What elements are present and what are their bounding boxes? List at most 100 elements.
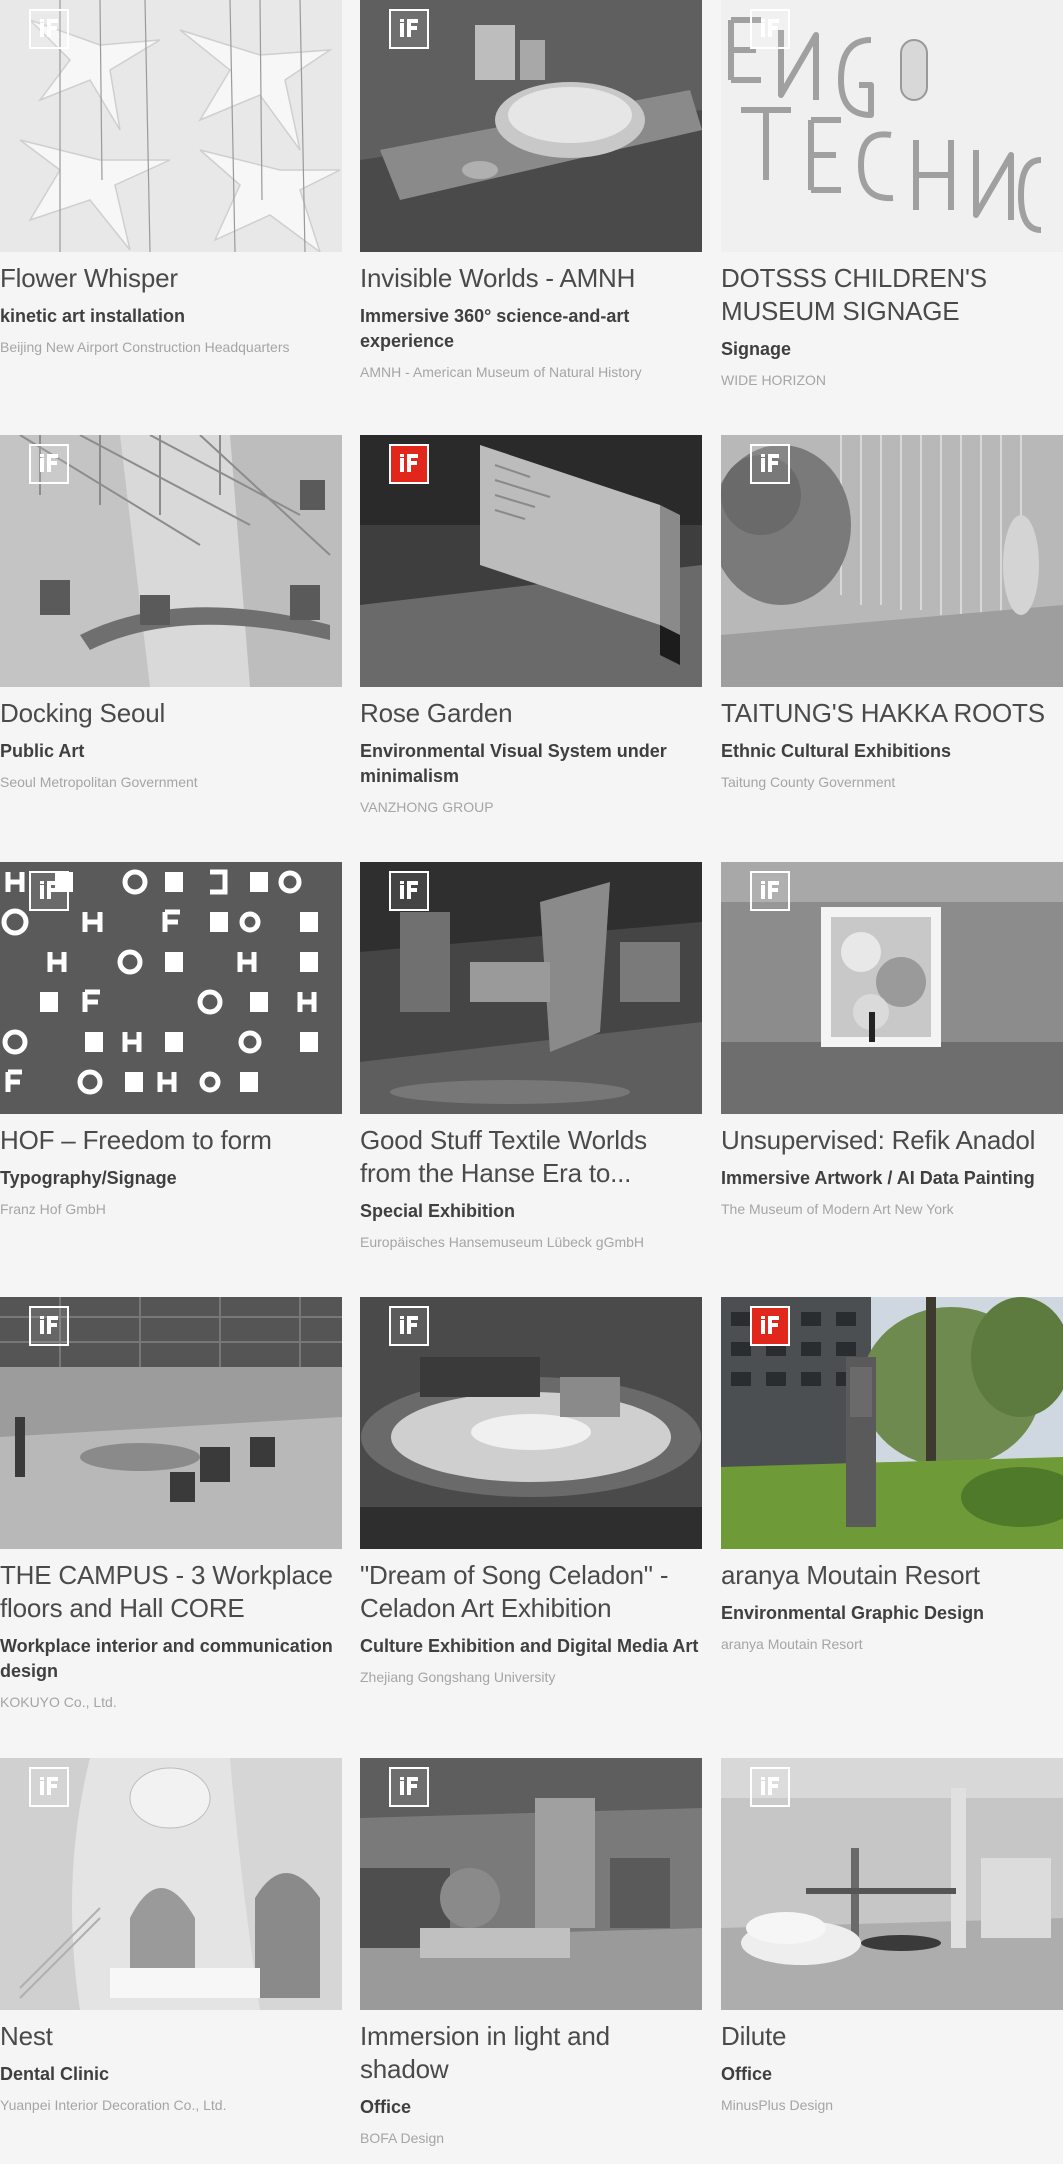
project-card[interactable]: "Dream of Song Celadon" - Celadon Art Ex…	[360, 1297, 702, 1686]
project-client: Europäisches Hansemuseum Lübeck gGmbH	[360, 1234, 645, 1250]
project-client: Seoul Metropolitan Government	[0, 774, 198, 790]
project-card[interactable]: Invisible Worlds - AMNH Immersive 360° s…	[360, 0, 702, 381]
project-thumbnail[interactable]	[0, 435, 342, 687]
project-client: MinusPlus Design	[721, 2097, 834, 2113]
project-title[interactable]: Invisible Worlds - AMNH	[360, 262, 702, 295]
project-title[interactable]: Docking Seoul	[0, 697, 342, 730]
if-logo-icon	[761, 454, 779, 472]
project-title[interactable]: THE CAMPUS - 3 Workplace floors and Hall…	[0, 1559, 342, 1625]
project-thumbnail[interactable]	[0, 1758, 342, 2010]
project-thumbnail[interactable]	[721, 1758, 1063, 2010]
project-card[interactable]: HOF – Freedom to form Typography/Signage…	[0, 862, 342, 1218]
project-client: Zhejiang Gongshang University	[360, 1669, 556, 1685]
project-thumbnail[interactable]	[360, 0, 702, 252]
project-title[interactable]: Flower Whisper	[0, 262, 342, 295]
project-card[interactable]: Rose Garden Environmental Visual System …	[360, 435, 702, 816]
project-client: KOKUYO Co., Ltd.	[0, 1694, 117, 1710]
project-card[interactable]: Unsupervised: Refik Anadol Immersive Art…	[721, 862, 1063, 1218]
award-badge	[389, 9, 429, 49]
project-card[interactable]: Dilute Office MinusPlus Design	[721, 1758, 1063, 2114]
project-title[interactable]: aranya Moutain Resort	[721, 1559, 1063, 1592]
project-title[interactable]: Dilute	[721, 2020, 1063, 2053]
if-logo-icon	[40, 19, 58, 37]
project-client: WIDE HORIZON	[721, 372, 826, 388]
project-title[interactable]: Unsupervised: Refik Anadol	[721, 1124, 1063, 1157]
award-badge	[389, 444, 429, 484]
project-thumbnail[interactable]	[360, 1758, 702, 2010]
project-client: aranya Moutain Resort	[721, 1636, 863, 1652]
project-category: Workplace interior and communication des…	[0, 1636, 333, 1681]
project-category: Signage	[721, 339, 792, 359]
project-thumbnail[interactable]	[721, 435, 1063, 687]
project-category: Immersive 360° science-and-art experienc…	[360, 306, 630, 351]
project-title[interactable]: Immersion in light and shadow	[360, 2020, 702, 2086]
project-thumbnail[interactable]	[721, 0, 1063, 252]
project-thumbnail[interactable]	[360, 435, 702, 687]
project-client: Yuanpei Interior Decoration Co., Ltd.	[0, 2097, 227, 2113]
project-card[interactable]: aranya Moutain Resort Environmental Grap…	[721, 1297, 1063, 1653]
project-client: Taitung County Government	[721, 774, 896, 790]
award-badge	[389, 1767, 429, 1807]
project-category: Environmental Graphic Design	[721, 1603, 985, 1623]
award-badge	[29, 1767, 69, 1807]
project-category: Immersive Artwork / AI Data Painting	[721, 1168, 1035, 1188]
if-logo-icon	[40, 881, 58, 899]
project-client: The Museum of Modern Art New York	[721, 1201, 954, 1217]
project-client: BOFA Design	[360, 2130, 445, 2146]
project-card[interactable]: Flower Whisper kinetic art installation …	[0, 0, 342, 356]
project-title[interactable]: TAITUNG'S HAKKA ROOTS	[721, 697, 1063, 730]
award-badge	[29, 444, 69, 484]
project-client: Beijing New Airport Construction Headqua…	[0, 339, 290, 355]
project-client: Franz Hof GmbH	[0, 1201, 106, 1217]
if-logo-icon	[400, 1777, 418, 1795]
award-badge	[750, 1306, 790, 1346]
project-thumbnail[interactable]	[0, 862, 342, 1114]
award-badge	[750, 1767, 790, 1807]
project-title[interactable]: Nest	[0, 2020, 342, 2053]
if-logo-icon	[761, 19, 779, 37]
project-card[interactable]: DOTSSS CHILDREN'S MUSEUM SIGNAGE Signage…	[721, 0, 1063, 389]
project-category: Culture Exhibition and Digital Media Art	[360, 1636, 699, 1656]
project-thumbnail[interactable]	[721, 862, 1063, 1114]
project-card[interactable]: THE CAMPUS - 3 Workplace floors and Hall…	[0, 1297, 342, 1711]
project-category: Environmental Visual System under minima…	[360, 741, 667, 786]
if-logo-icon	[40, 1316, 58, 1334]
project-title[interactable]: "Dream of Song Celadon" - Celadon Art Ex…	[360, 1559, 702, 1625]
project-thumbnail[interactable]	[0, 1297, 342, 1549]
if-logo-icon	[40, 1777, 58, 1795]
if-logo-icon	[400, 454, 418, 472]
award-badge	[389, 871, 429, 911]
project-card[interactable]: Nest Dental Clinic Yuanpei Interior Deco…	[0, 1758, 342, 2114]
project-card[interactable]: Good Stuff Textile Worlds from the Hanse…	[360, 862, 702, 1251]
project-thumbnail[interactable]	[360, 1297, 702, 1549]
project-card[interactable]: TAITUNG'S HAKKA ROOTS Ethnic Cultural Ex…	[721, 435, 1063, 791]
project-category: Office	[360, 2097, 412, 2117]
project-thumbnail[interactable]	[721, 1297, 1063, 1549]
if-logo-icon	[40, 454, 58, 472]
project-category: Public Art	[0, 741, 85, 761]
award-badge	[750, 9, 790, 49]
project-title[interactable]: Good Stuff Textile Worlds from the Hanse…	[360, 1124, 702, 1190]
project-title[interactable]: DOTSSS CHILDREN'S MUSEUM SIGNAGE	[721, 262, 1063, 328]
if-logo-icon	[761, 1777, 779, 1795]
award-badge	[750, 444, 790, 484]
project-thumbnail[interactable]	[0, 0, 342, 252]
project-card[interactable]: Docking Seoul Public Art Seoul Metropoli…	[0, 435, 342, 791]
if-logo-icon	[761, 1316, 779, 1334]
project-title[interactable]: HOF – Freedom to form	[0, 1124, 342, 1157]
project-card[interactable]: Immersion in light and shadow Office BOF…	[360, 1758, 702, 2147]
if-logo-icon	[761, 881, 779, 899]
award-badge	[750, 871, 790, 911]
project-category: Special Exhibition	[360, 1201, 516, 1221]
award-badge	[29, 9, 69, 49]
project-category: Dental Clinic	[0, 2064, 110, 2084]
project-client: VANZHONG GROUP	[360, 799, 494, 815]
award-badge	[389, 1306, 429, 1346]
if-logo-icon	[400, 881, 418, 899]
project-thumbnail[interactable]	[360, 862, 702, 1114]
project-title[interactable]: Rose Garden	[360, 697, 702, 730]
if-logo-icon	[400, 1316, 418, 1334]
project-client: AMNH - American Museum of Natural Histor…	[360, 364, 642, 380]
if-logo-icon	[400, 19, 418, 37]
award-badge	[29, 871, 69, 911]
